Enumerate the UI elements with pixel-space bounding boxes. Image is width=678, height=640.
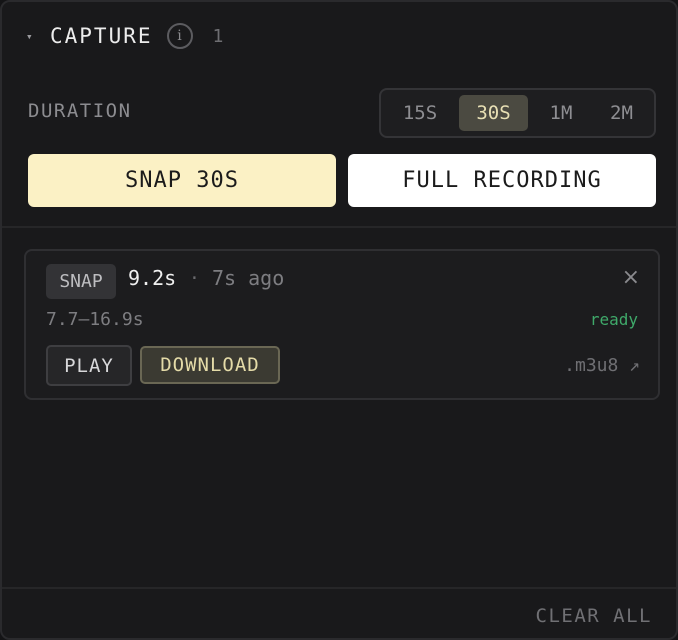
clip-card: SNAP 9.2s · 7s ago × 7.7–16.9s ready PLA…: [24, 249, 660, 400]
info-icon[interactable]: i: [166, 23, 193, 49]
section-divider: [2, 226, 676, 228]
duration-option-30s[interactable]: 30S: [459, 95, 528, 131]
full-recording-button[interactable]: FULL RECORDING: [348, 154, 656, 207]
meta-separator: ·: [189, 268, 200, 289]
panel-title: CAPTURE: [50, 24, 153, 48]
footer-divider: [2, 587, 676, 589]
clip-type-badge: SNAP: [46, 264, 116, 299]
download-button[interactable]: DOWNLOAD: [140, 346, 280, 384]
duration-label: DURATION: [28, 100, 132, 122]
duration-option-15s[interactable]: 15S: [389, 95, 451, 131]
duration-option-1m[interactable]: 1M: [533, 95, 589, 131]
clip-time-range: 7.7–16.9s: [46, 309, 144, 330]
duration-option-2m[interactable]: 2M: [593, 95, 650, 131]
duration-selector: 15S 30S 1M 2M: [379, 88, 656, 138]
play-button[interactable]: PLAY: [46, 345, 132, 386]
m3u8-link[interactable]: .m3u8 ↗: [564, 355, 640, 376]
clip-age: 7s ago: [212, 266, 285, 290]
close-icon[interactable]: ×: [622, 265, 640, 290]
capture-count: 1: [212, 25, 224, 47]
clip-duration: 9.2s: [128, 266, 177, 290]
snap-button[interactable]: SNAP 30S: [28, 154, 336, 207]
clear-all-button[interactable]: CLEAR ALL: [536, 605, 652, 627]
status-badge: ready: [589, 310, 638, 329]
capture-panel: ▾ CAPTURE i 1 DURATION 15S 30S 1M 2M SNA…: [0, 0, 678, 640]
chevron-down-icon[interactable]: ▾: [26, 30, 40, 43]
capture-header[interactable]: ▾ CAPTURE i 1: [26, 20, 223, 52]
